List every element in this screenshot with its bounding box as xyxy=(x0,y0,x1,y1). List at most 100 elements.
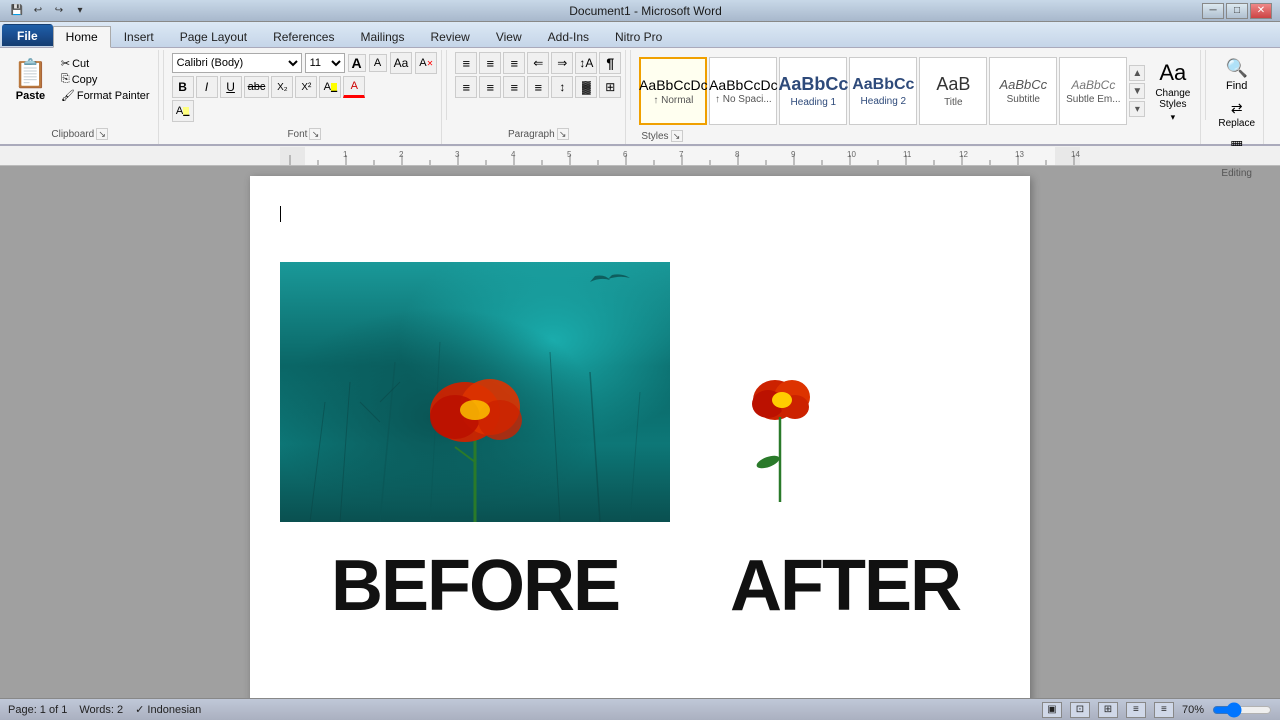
view-print-btn[interactable]: ▣ xyxy=(1042,702,1062,718)
style-normal-preview: AaBbCcDc xyxy=(639,77,707,93)
text-shading-btn[interactable]: A▁ xyxy=(172,100,194,122)
document-page[interactable]: BEFORE AFTER xyxy=(250,176,1030,698)
styles-scroll-up-btn[interactable]: ▲ xyxy=(1129,65,1145,81)
document-area[interactable]: BEFORE AFTER xyxy=(0,166,1280,698)
change-styles-arrow: ▾ xyxy=(1171,112,1176,123)
window-title: Document1 - Microsoft Word xyxy=(569,4,722,18)
tab-nitropro[interactable]: Nitro Pro xyxy=(602,25,675,47)
redo-quick-btn[interactable]: ↪ xyxy=(50,3,68,19)
tab-file[interactable]: File xyxy=(2,24,53,46)
font-name-select[interactable]: Calibri (Body) xyxy=(172,53,302,73)
line-spacing-btn[interactable]: ↕ xyxy=(551,76,573,98)
paragraph-expand-btn[interactable]: ↘ xyxy=(557,128,569,140)
align-center-btn[interactable]: ≡ xyxy=(479,76,501,98)
italic-btn[interactable]: I xyxy=(196,76,218,98)
text-color-btn[interactable]: A xyxy=(343,76,365,98)
style-subtle-em[interactable]: AaBbCc Subtle Em... xyxy=(1059,57,1127,125)
justify-btn[interactable]: ≡ xyxy=(527,76,549,98)
tab-view[interactable]: View xyxy=(483,25,535,47)
borders-btn[interactable]: ⊞ xyxy=(599,76,621,98)
styles-expand-btn[interactable]: ↘ xyxy=(671,130,683,142)
find-icon: 🔍 xyxy=(1226,58,1248,79)
ruler-content: 1234567891011121314 xyxy=(280,147,1280,165)
replace-btn[interactable]: ⇄ Replace xyxy=(1214,98,1259,131)
font-expand-btn[interactable]: ↘ xyxy=(309,128,321,140)
format-painter-button[interactable]: 🖌 Format Painter xyxy=(57,88,154,103)
editing-group-label: Editing xyxy=(1214,168,1259,181)
tab-references[interactable]: References xyxy=(260,25,347,47)
styles-scroll-down-btn[interactable]: ▼ xyxy=(1129,83,1145,99)
bullets-btn[interactable]: ≡ xyxy=(455,52,477,74)
after-flower xyxy=(730,362,830,525)
multilevel-btn[interactable]: ≡ xyxy=(503,52,525,74)
window-controls: ─ □ ✕ xyxy=(1202,3,1272,19)
language-indicator[interactable]: ✓ Indonesian xyxy=(135,703,201,716)
view-draft-btn[interactable]: ≡ xyxy=(1154,702,1174,718)
save-quick-btn[interactable]: 💾 xyxy=(8,3,26,19)
styles-scroll-more-btn[interactable]: ▾ xyxy=(1129,101,1145,117)
numbering-btn[interactable]: ≡ xyxy=(479,52,501,74)
style-heading1[interactable]: AaBbCc Heading 1 xyxy=(779,57,847,125)
cut-label: Cut xyxy=(72,58,89,70)
view-web-btn[interactable]: ⊞ xyxy=(1098,702,1118,718)
document-images-section xyxy=(280,262,1000,525)
style-nospacing[interactable]: AaBbCcDc ↑ No Spaci... xyxy=(709,57,777,125)
clear-format-btn[interactable]: A✕ xyxy=(415,52,437,74)
paste-button[interactable]: 📋 Paste xyxy=(6,52,55,107)
svg-text:8: 8 xyxy=(735,150,740,159)
tab-home[interactable]: Home xyxy=(53,26,111,48)
style-title[interactable]: AaB Title xyxy=(919,57,987,125)
cut-button[interactable]: ✂ Cut xyxy=(57,56,154,71)
qa-dropdown-btn[interactable]: ▾ xyxy=(71,3,89,19)
font-bot-row: A▁ xyxy=(172,100,438,122)
subscript-btn[interactable]: X₂ xyxy=(271,76,293,98)
svg-text:12: 12 xyxy=(959,150,968,159)
sort-btn[interactable]: ↕A xyxy=(575,52,597,74)
tab-insert[interactable]: Insert xyxy=(111,25,167,47)
underline-btn[interactable]: U xyxy=(220,76,242,98)
shading-btn[interactable]: ▓ xyxy=(575,76,597,98)
style-title-preview: AaB xyxy=(936,74,970,95)
align-right-btn[interactable]: ≡ xyxy=(503,76,525,98)
close-btn[interactable]: ✕ xyxy=(1250,3,1272,19)
undo-quick-btn[interactable]: ↩ xyxy=(29,3,47,19)
paragraph-content: ≡ ≡ ≡ ⇐ ⇒ ↕A ¶ ≡ ≡ ≡ ≡ ↕ ▓ ⊞ xyxy=(455,52,621,128)
font-size-select[interactable]: 11 xyxy=(305,53,345,73)
document-labels: BEFORE AFTER xyxy=(280,545,1000,637)
tab-review[interactable]: Review xyxy=(417,25,482,47)
maximize-btn[interactable]: □ xyxy=(1226,3,1248,19)
strikethrough-btn[interactable]: abc xyxy=(244,76,270,98)
flower-svg xyxy=(280,262,670,522)
font-grow-btn[interactable]: A xyxy=(348,54,366,72)
text-highlight-btn[interactable]: A▁ xyxy=(319,76,341,98)
divider-3 xyxy=(630,50,631,120)
font-group: Calibri (Body) 11 A A Aa A✕ B I U abc X₂ xyxy=(168,50,443,144)
clipboard-expand-btn[interactable]: ↘ xyxy=(96,128,108,140)
copy-button[interactable]: ⎘ Copy xyxy=(57,72,154,87)
style-subtitle[interactable]: AaBbCc Subtitle xyxy=(989,57,1057,125)
minimize-btn[interactable]: ─ xyxy=(1202,3,1224,19)
font-shrink-btn[interactable]: A xyxy=(369,54,387,72)
font-top-row: Calibri (Body) 11 A A Aa A✕ xyxy=(172,52,438,74)
find-btn[interactable]: 🔍 Find xyxy=(1214,56,1259,94)
language-check-icon: ✓ xyxy=(135,704,144,716)
font-mid-row: B I U abc X₂ X² A▁ A xyxy=(172,76,438,98)
decrease-indent-btn[interactable]: ⇐ xyxy=(527,52,549,74)
bold-btn[interactable]: B xyxy=(172,76,194,98)
change-styles-btn[interactable]: Aa Change Styles ▾ xyxy=(1149,58,1196,125)
zoom-slider[interactable] xyxy=(1212,705,1272,715)
style-heading2[interactable]: AaBbCc Heading 2 xyxy=(849,57,917,125)
tab-mailings[interactable]: Mailings xyxy=(347,25,417,47)
tab-pagelayout[interactable]: Page Layout xyxy=(167,25,260,47)
tab-addins[interactable]: Add-Ins xyxy=(535,25,602,47)
align-left-btn[interactable]: ≡ xyxy=(455,76,477,98)
superscript-btn[interactable]: X² xyxy=(295,76,317,98)
change-case-btn[interactable]: Aa xyxy=(390,52,413,74)
para-bot-btns: ≡ ≡ ≡ ≡ ↕ ▓ ⊞ xyxy=(455,76,621,98)
style-normal[interactable]: AaBbCcDc ↑ Normal xyxy=(639,57,707,125)
increase-indent-btn[interactable]: ⇒ xyxy=(551,52,573,74)
show-marks-btn[interactable]: ¶ xyxy=(599,52,621,74)
view-outline-btn[interactable]: ≡ xyxy=(1126,702,1146,718)
view-fullscreen-btn[interactable]: ⊡ xyxy=(1070,702,1090,718)
title-bar: 💾 ↩ ↪ ▾ Document1 - Microsoft Word ─ □ ✕ xyxy=(0,0,1280,22)
